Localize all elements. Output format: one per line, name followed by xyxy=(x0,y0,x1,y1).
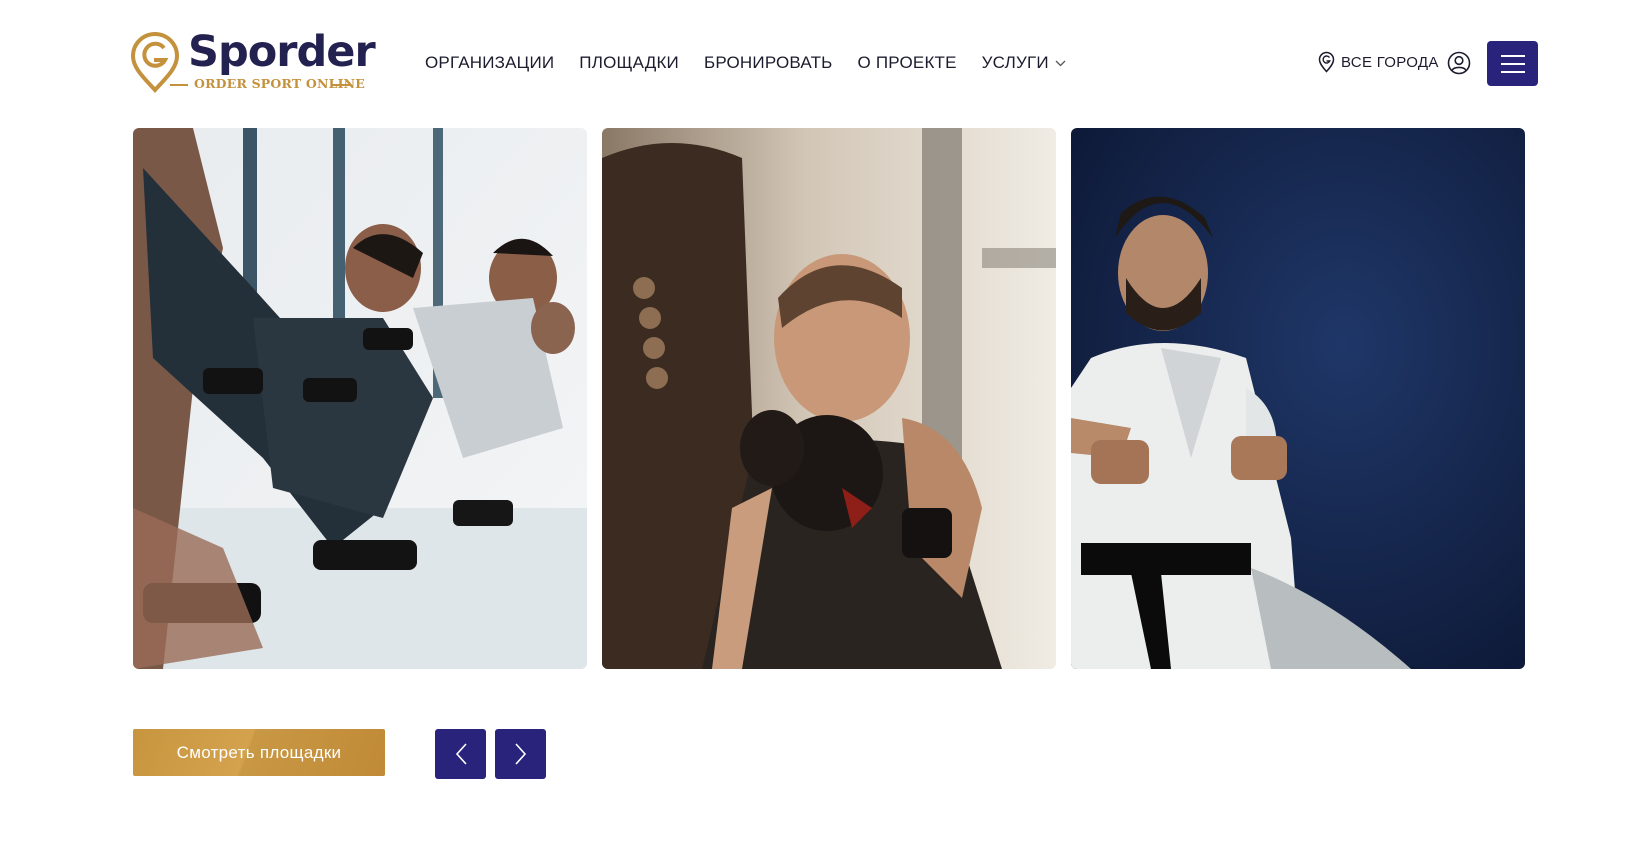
chevron-left-icon xyxy=(455,743,467,765)
logo-tagline: ORDER SPORT ONLINE xyxy=(170,76,365,92)
menu-icon-bar xyxy=(1500,54,1525,57)
nav-item-organizations[interactable]: ОРГАНИЗАЦИИ xyxy=(425,53,554,73)
karate-fighter-photo xyxy=(1071,128,1525,669)
logo-wordmark: Sporder xyxy=(188,27,376,77)
view-venues-button[interactable]: Смотреть площадки xyxy=(133,729,385,776)
main-nav: ОРГАНИЗАЦИИ ПЛОЩАДКИ БРОНИРОВАТЬ О ПРОЕК… xyxy=(425,50,1066,76)
city-label: ВСЕ ГОРОДА xyxy=(1341,53,1439,71)
logo[interactable]: Sporder ORDER SPORT ONLINE xyxy=(130,27,376,96)
dumbbell-row-workout-photo xyxy=(133,128,587,669)
user-icon[interactable] xyxy=(1447,51,1471,75)
menu-icon-bar xyxy=(1500,62,1525,65)
city-selector[interactable]: ВСЕ ГОРОДА xyxy=(1318,51,1439,73)
carousel-next-button[interactable] xyxy=(495,729,546,779)
nav-item-book[interactable]: БРОНИРОВАТЬ xyxy=(704,53,833,73)
gallery-card-workout[interactable] xyxy=(133,128,587,669)
nav-item-services[interactable]: УСЛУГИ xyxy=(982,53,1066,73)
boxer-punching-bag-photo xyxy=(602,128,1056,669)
nav-item-venues[interactable]: ПЛОЩАДКИ xyxy=(579,53,679,73)
chevron-down-icon xyxy=(1055,60,1066,66)
chevron-right-icon xyxy=(514,743,526,765)
gallery-card-karate[interactable] xyxy=(1071,128,1525,669)
menu-button[interactable] xyxy=(1487,41,1538,86)
carousel-prev-button[interactable] xyxy=(435,729,486,779)
gallery-card-boxing[interactable] xyxy=(602,128,1056,669)
nav-item-about[interactable]: О ПРОЕКТЕ xyxy=(858,53,957,73)
menu-icon-bar xyxy=(1500,70,1525,73)
location-pin-icon xyxy=(1318,51,1335,73)
nav-item-services-label: УСЛУГИ xyxy=(981,53,1049,72)
